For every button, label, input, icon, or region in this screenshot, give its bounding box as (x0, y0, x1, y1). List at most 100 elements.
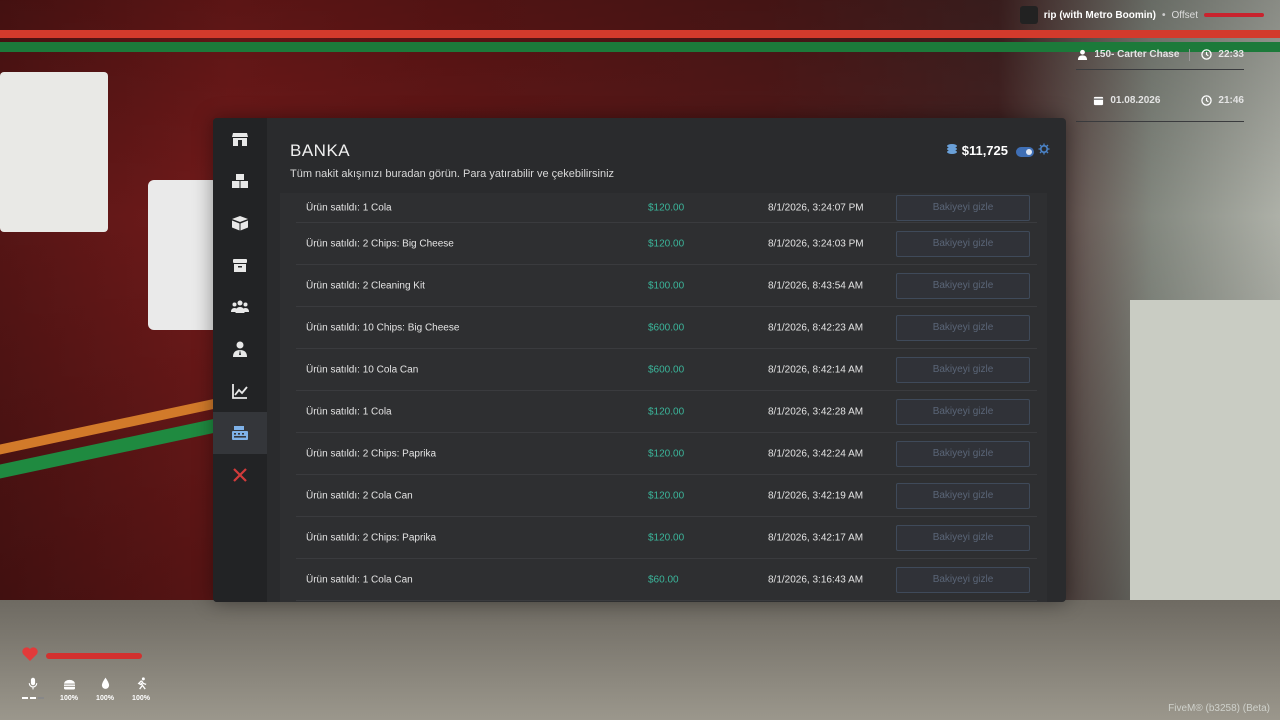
transaction-date: 8/1/2026, 3:42:17 AM (768, 532, 864, 543)
hunger-value: 100% (60, 695, 78, 702)
microphone-icon (22, 677, 44, 695)
sidebar-item-bank[interactable] (213, 412, 267, 454)
water-drop-icon (94, 677, 116, 695)
game-date: 01.08.2026 (1110, 95, 1161, 106)
transactions-table: Ürün satıldı: 1 Cola $120.00 8/1/2026, 3:2… (280, 193, 1053, 602)
transaction-date: 8/1/2026, 8:42:23 AM (768, 322, 864, 333)
close-button[interactable] (213, 454, 267, 496)
transaction-description: Ürün satıldı: 1 Cola Can (306, 574, 413, 585)
transaction-date: 8/1/2026, 3:24:07 PM (768, 202, 864, 213)
hide-balance-button[interactable]: Bakiyeyi gizle (896, 566, 1030, 593)
hide-balance-button[interactable]: Bakiyeyi gizle (896, 398, 1030, 425)
hide-balance-button[interactable]: Bakiyeyi gizle (896, 356, 1030, 383)
bank-panel: BANKA Tüm nakit akışınızı buradan görün.… (213, 118, 1066, 602)
bank-header: BANKA Tüm nakit akışınızı buradan görün.… (267, 118, 1066, 193)
transaction-description: Ürün satıldı: 2 Chips: Big Cheese (306, 238, 454, 249)
transaction-date: 8/1/2026, 3:16:43 AM (768, 574, 864, 585)
transaction-date: 8/1/2026, 3:42:28 AM (768, 406, 864, 417)
sidebar-item-stock[interactable] (213, 160, 267, 202)
boxes-icon (232, 174, 248, 188)
bg-floor (0, 600, 1280, 720)
transaction-description: Ürün satıldı: 1 Cola (306, 202, 392, 213)
user-icon (1076, 49, 1088, 61)
health-bar (22, 647, 152, 665)
transaction-amount: $120.00 (648, 448, 685, 459)
store-icon (232, 133, 248, 146)
transaction-amount: $120.00 (648, 406, 685, 417)
page-subtitle: Tüm nakit akışınızı buradan görün. Para … (290, 168, 615, 180)
chart-line-icon (232, 384, 248, 399)
transaction-amount: $600.00 (648, 364, 685, 375)
player-info: 150- Carter Chase 22:33 01.08.2026 21:46 (1060, 40, 1260, 132)
table-row: Ürün satıldı: 2 Chips: Big Cheese $120.00… (296, 223, 1037, 265)
transaction-amount: $100.00 (648, 280, 685, 291)
bg-neon-red (0, 30, 1280, 38)
voice-indicator (22, 677, 44, 702)
users-icon (231, 300, 249, 313)
track-title: rip (with Metro Boomin) (1043, 9, 1156, 21)
hide-balance-button[interactable]: Bakiyeyi gizle (896, 314, 1030, 341)
sidebar-item-manager[interactable] (213, 328, 267, 370)
hide-balance-button[interactable]: Bakiyeyi gizle (896, 440, 1030, 467)
clock-icon (1200, 94, 1212, 107)
gear-icon (1038, 143, 1050, 155)
hide-balance-button[interactable]: Bakiyeyi gizle (896, 272, 1030, 299)
player-name: 150- Carter Chase (1094, 49, 1180, 60)
table-row: Ürün satıldı: 1 Cola $120.00 8/1/2026, 3:4… (296, 391, 1037, 433)
vitals-hud: 100% 100% 100% (22, 647, 152, 702)
transaction-description: Ürün satıldı: 2 Chips: Paprika (306, 532, 437, 543)
heart-icon (22, 647, 38, 665)
balance-amount: $11,725 (961, 143, 1008, 158)
scrollbar[interactable] (1047, 193, 1053, 602)
hide-balance-button[interactable]: Bakiyeyi gizle (896, 482, 1030, 509)
thirst-stat: 100% (94, 677, 116, 702)
page-title: BANKA (290, 141, 351, 160)
table-row: Ürün satıldı: 1 Cola Can $60.00 8/1/2026, … (296, 559, 1037, 601)
table-row: Ürün satıldı: 2 Chips: Paprika $120.00 8/1… (296, 517, 1037, 559)
sidebar-item-employees[interactable] (213, 286, 267, 328)
table-row: Ürün satıldı: 10 Chips: Big Cheese $600.0… (296, 307, 1037, 349)
running-icon (130, 677, 152, 695)
balance-display: $11,725 (946, 143, 1008, 158)
sidebar-item-products[interactable] (213, 244, 267, 286)
calendar-icon (1092, 95, 1104, 107)
table-row: Ürün satıldı: 2 Chips: Paprika $120.00 8/1… (296, 433, 1037, 475)
now-playing: rip (with Metro Boomin) • Offset (1019, 6, 1264, 24)
transaction-date: 8/1/2026, 8:43:54 AM (768, 280, 864, 291)
transaction-description: Ürün satıldı: 2 Cleaning Kit (306, 280, 425, 291)
stamina-value: 100% (132, 695, 150, 702)
transaction-date: 8/1/2026, 3:42:19 AM (768, 490, 864, 501)
sidebar (213, 118, 267, 602)
transaction-date: 8/1/2026, 8:42:14 AM (768, 364, 864, 375)
hide-balance-button[interactable]: Bakiyeyi gizle (896, 194, 1030, 221)
coins-icon (946, 143, 958, 158)
table-row: Ürün satıldı: 1 Cola $120.00 8/1/2026, 3:2… (296, 193, 1037, 223)
bank-content: BANKA Tüm nakit akışınızı buradan görün.… (267, 118, 1066, 602)
sidebar-item-orders[interactable] (213, 202, 267, 244)
fivem-watermark: FiveM® (b3258) (Beta) (1168, 703, 1270, 714)
hide-balance-button[interactable]: Bakiyeyi gizle (896, 230, 1030, 257)
table-row: Ürün satıldı: 2 Cleaning Kit $100.00 8/1/2… (296, 265, 1037, 307)
balance-visibility-toggle[interactable] (1016, 147, 1034, 157)
stamina-stat: 100% (130, 677, 152, 702)
transaction-description: Ürün satıldı: 2 Chips: Paprika (306, 448, 437, 459)
burger-icon (58, 677, 80, 695)
divider (1189, 48, 1191, 61)
transaction-description: Ürün satıldı: 10 Cola Can (306, 364, 419, 375)
game-clock: 21:46 (1218, 95, 1244, 106)
voice-range (22, 697, 44, 699)
hide-balance-button[interactable]: Bakiyeyi gizle (896, 524, 1030, 551)
sidebar-item-store[interactable] (213, 118, 267, 160)
thirst-value: 100% (96, 695, 114, 702)
track-progress (1204, 13, 1264, 17)
real-time: 22:33 (1218, 49, 1244, 60)
table-row: Ürün satıldı: 10 Cola Can $600.00 8/1/2026… (296, 349, 1037, 391)
transaction-amount: $120.00 (648, 238, 685, 249)
settings-button[interactable] (1038, 143, 1050, 158)
bg-notice-sign (0, 72, 108, 232)
transaction-date: 8/1/2026, 3:24:03 PM (768, 238, 864, 249)
transaction-amount: $60.00 (648, 574, 679, 585)
sidebar-item-statistics[interactable] (213, 370, 267, 412)
transaction-amount: $600.00 (648, 322, 685, 333)
user-tie-icon (233, 341, 247, 357)
